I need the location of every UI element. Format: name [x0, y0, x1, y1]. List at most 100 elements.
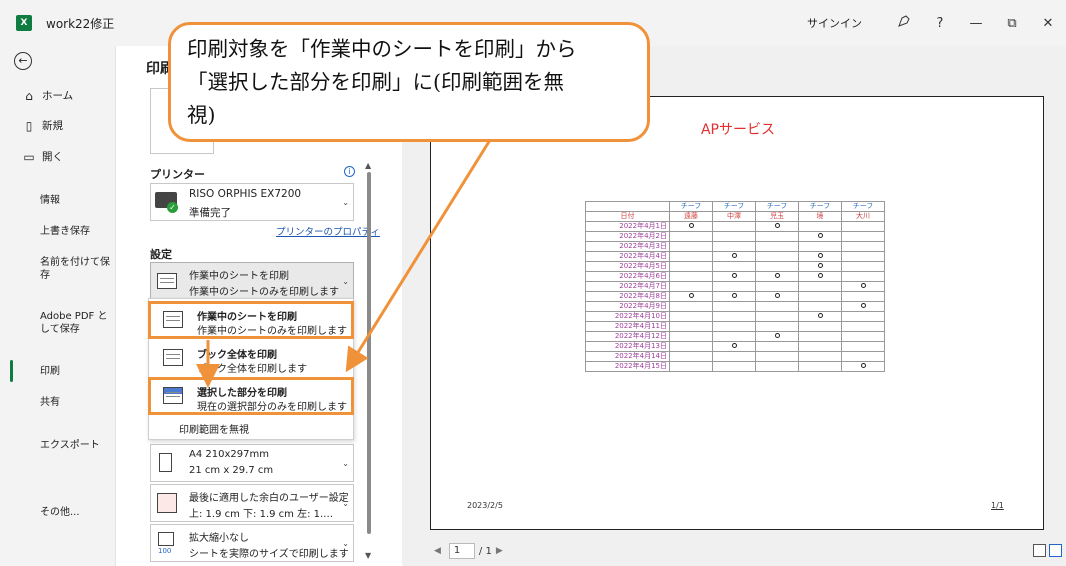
nav-item-info[interactable]: 情報: [40, 194, 112, 207]
chevron-down-icon: ⌄: [342, 198, 349, 207]
table-row: 2022年4月2日: [585, 231, 885, 242]
table-cell: [798, 271, 842, 282]
circle-mark-icon: [817, 273, 823, 278]
paper-size-title: A4 210x297mm: [189, 449, 269, 460]
table-cell: [669, 271, 713, 282]
nav-item-print[interactable]: 印刷: [40, 365, 112, 378]
table-row: 2022年4月15日: [585, 361, 885, 372]
circle-mark-icon: [817, 263, 823, 268]
circle-mark-icon: [774, 333, 780, 338]
paper-size-dropdown[interactable]: A4 210x297mm 21 cm x 29.7 cm ⌄: [150, 444, 354, 482]
document-title: work22修正: [46, 17, 115, 31]
table-cell: [669, 221, 713, 232]
help-icon[interactable]: ?: [922, 16, 958, 31]
menu-item-entire-book[interactable]: ブック全体を印刷 ブック全体を印刷します: [149, 339, 353, 379]
table-cell: [798, 231, 842, 242]
table-row: 2022年4月8日: [585, 291, 885, 302]
current-page-input[interactable]: 1: [448, 543, 475, 559]
restore-icon[interactable]: ⧉: [994, 16, 1030, 31]
table-cell: [798, 331, 842, 342]
nav-item-new[interactable]: ▯ 新規: [22, 118, 63, 133]
menu-item-ignore-print-area[interactable]: 印刷範囲を無視: [179, 421, 249, 436]
table-header-cell: チーフ: [712, 201, 756, 212]
table-row: 2022年4月6日: [585, 271, 885, 282]
previous-page-icon[interactable]: ◀: [434, 546, 441, 556]
table-row: 2022年4月3日: [585, 241, 885, 252]
print-scope-title: 作業中のシートを印刷: [189, 271, 289, 282]
nav-item-save-pdf[interactable]: Adobe PDF として保存: [40, 310, 112, 336]
table-row: 2022年4月10日: [585, 311, 885, 322]
workbook-icon: [163, 349, 183, 366]
nav-item-share[interactable]: 共有: [40, 396, 112, 409]
chevron-down-icon: ⌄: [342, 499, 349, 508]
chevron-down-icon: ⌄: [342, 277, 349, 286]
printer-status: 準備完了: [189, 207, 231, 219]
coauthor-icon[interactable]: [886, 14, 922, 32]
table-cell-date: 2022年4月7日: [585, 281, 670, 292]
table-cell-date: 2022年4月1日: [585, 221, 670, 232]
table-cell: [755, 231, 799, 242]
table-cell: [755, 281, 799, 292]
margins-icon: [157, 493, 177, 513]
nav-item-more[interactable]: その他...: [40, 506, 112, 519]
nav-item-save[interactable]: 上書き保存: [40, 225, 112, 238]
print-scope-dropdown[interactable]: 作業中のシートを印刷 作業中のシートのみを印刷します ⌄: [150, 262, 354, 300]
show-margins-icon[interactable]: [1033, 544, 1046, 557]
table-cell: [669, 301, 713, 312]
table-header-cell: 境: [798, 211, 842, 222]
table-header-cell: チーフ: [798, 201, 842, 212]
circle-mark-icon: [817, 313, 823, 318]
table-cell: [712, 281, 756, 292]
back-arrow-icon[interactable]: ←: [14, 52, 32, 70]
table-cell: [755, 351, 799, 362]
table-cell: [841, 271, 885, 282]
table-row: 2022年4月13日: [585, 341, 885, 352]
nav-item-open[interactable]: ▭ 開く: [22, 149, 63, 164]
table-cell: [712, 251, 756, 262]
scroll-down-arrow-icon[interactable]: ▼: [365, 551, 371, 560]
printer-name: RISO ORPHIS EX7200: [189, 188, 302, 200]
preview-page: APサービス チーフ チーフ チーフ チーフ チーフ 日付 遠藤 中澤 児玉境大川 2022年4月…: [430, 96, 1044, 530]
table-cell: [755, 331, 799, 342]
table-cell: [755, 221, 799, 232]
circle-mark-icon: [774, 223, 780, 228]
backstage-nav: ← ⌂ ホーム ▯ 新規 ▭ 開く 情報 上書き保存 名前を付けて保存 Adob…: [0, 46, 116, 566]
table-cell: [712, 271, 756, 282]
table-cell: [841, 261, 885, 272]
nav-item-save-as[interactable]: 名前を付けて保存: [40, 256, 112, 282]
table-cell-date: 2022年4月14日: [585, 351, 670, 362]
table-cell: [712, 231, 756, 242]
info-icon[interactable]: i: [344, 166, 355, 177]
table-cell: [798, 251, 842, 262]
zoom-to-page-icon[interactable]: [1049, 544, 1062, 557]
nav-item-home[interactable]: ⌂ ホーム: [22, 88, 73, 103]
table-cell-date: 2022年4月13日: [585, 341, 670, 352]
table-header-cell: チーフ: [669, 201, 713, 212]
printer-dropdown[interactable]: ✓ RISO ORPHIS EX7200 準備完了 ⌄: [150, 183, 354, 221]
scroll-up-arrow-icon[interactable]: ▲: [365, 161, 371, 170]
table-cell: [841, 221, 885, 232]
scaling-dropdown[interactable]: 100 拡大縮小なし シートを実際のサイズで印刷します ⌄: [150, 524, 354, 562]
table-cell: [669, 361, 713, 372]
table-header-cell: 中澤: [712, 211, 756, 222]
close-icon[interactable]: ✕: [1030, 16, 1066, 31]
scrollbar-thumb[interactable]: [367, 172, 371, 534]
settings-section-label: 設定: [150, 248, 172, 261]
open-folder-icon: ▭: [23, 149, 35, 164]
callout-line-2: 「選択した部分を印刷」に(印刷範囲を無: [187, 70, 564, 94]
minimize-icon[interactable]: —: [958, 16, 994, 31]
table-cell: [712, 351, 756, 362]
printer-properties-link[interactable]: プリンターのプロパティ: [276, 224, 380, 238]
next-page-icon[interactable]: ▶: [496, 546, 503, 556]
table-cell-date: 2022年4月2日: [585, 231, 670, 242]
table-header-row: 日付 遠藤 中澤 児玉境大川: [585, 211, 885, 222]
signin-link[interactable]: サインイン: [807, 15, 862, 31]
table-cell-date: 2022年4月9日: [585, 301, 670, 312]
table-cell: [755, 271, 799, 282]
table-row: 2022年4月4日: [585, 251, 885, 262]
table-cell: [841, 311, 885, 322]
nav-item-export[interactable]: エクスポート: [40, 439, 112, 452]
table-cell: [798, 291, 842, 302]
margins-dropdown[interactable]: 最後に適用した余白のユーザー設定 上: 1.9 cm 下: 1.9 cm 左: …: [150, 484, 354, 522]
circle-mark-icon: [774, 273, 780, 278]
